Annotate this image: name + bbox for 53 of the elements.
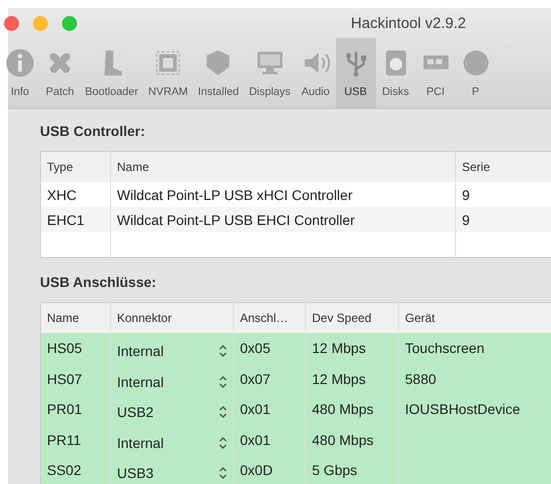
window-title: Hackintool v2.9.2 (350, 14, 466, 32)
column-header[interactable]: Dev Speed (306, 302, 398, 333)
table-cell: Wildcat Point-LP USB EHCI Controller (110, 207, 456, 232)
table-cell: 0x0D (234, 455, 306, 484)
table-cell: 12 Mbps (306, 364, 398, 394)
updown-chevron-icon (219, 466, 227, 480)
table-cell: 9 (456, 207, 551, 232)
column-header[interactable]: Konnektor (110, 302, 234, 333)
updown-chevron-icon (219, 344, 227, 358)
column-header[interactable]: Gerät (398, 302, 551, 333)
updown-chevron-icon (219, 374, 227, 389)
toolbar-tab[interactable]: Installed (192, 38, 244, 108)
column-header[interactable]: Type (40, 152, 110, 182)
updown-chevron-icon (219, 405, 227, 420)
table-cell: PR01 (40, 394, 110, 424)
table-cell: EHC1 (40, 207, 110, 232)
toolbar-tab[interactable]: Audio (296, 38, 336, 108)
table-cell: 5 Gbps (306, 455, 398, 484)
table-cell: HS05 (40, 333, 110, 364)
section-heading: USB Anschlüsse: (40, 274, 158, 290)
toolbar-tab[interactable]: Disks (376, 38, 416, 108)
column-header[interactable]: Name (110, 152, 456, 182)
table-cell: 0x07 (234, 364, 306, 394)
column-header[interactable]: Name (40, 302, 110, 333)
table-cell: PR11 (40, 424, 110, 455)
section-heading: USB Controller: (40, 123, 146, 139)
toolbar-tab[interactable]: Info (0, 38, 40, 108)
table-cell: 0x01 (234, 394, 306, 424)
close-button[interactable] (4, 16, 19, 30)
table-cell: IOUSBHostDevice (398, 394, 551, 424)
table-cell: SS02 (40, 455, 110, 484)
table-cell: 0x05 (234, 333, 306, 364)
minimize-button[interactable] (33, 16, 48, 30)
toolbar-icon (5, 48, 35, 78)
toolbar-tab[interactable]: NVRAM (143, 38, 193, 108)
column-header[interactable]: Anschl… (234, 302, 306, 333)
table-cell: 480 Mbps (306, 394, 398, 424)
toolbar-tab[interactable]: Displays (244, 38, 296, 108)
toolbar-icon (460, 48, 491, 78)
toolbar-tab[interactable]: USB (336, 38, 376, 108)
table-cell: HS07 (40, 364, 110, 394)
zoom-button[interactable] (62, 16, 77, 30)
table-cell: 12 Mbps (306, 333, 398, 364)
table-cell: Touchscreen (398, 333, 551, 364)
table-cell: 480 Mbps (306, 424, 398, 455)
table-cell: 5880 (398, 364, 551, 394)
toolbar-tab[interactable]: P (456, 38, 496, 108)
column-header[interactable]: Serie (456, 152, 551, 182)
table-cell: 0x01 (234, 424, 306, 455)
toolbar-tab[interactable]: PCI (416, 38, 456, 108)
toolbar-tab[interactable]: Patch (40, 38, 80, 108)
updown-chevron-icon (219, 436, 227, 450)
toolbar-tab[interactable]: Bootloader (80, 38, 144, 108)
